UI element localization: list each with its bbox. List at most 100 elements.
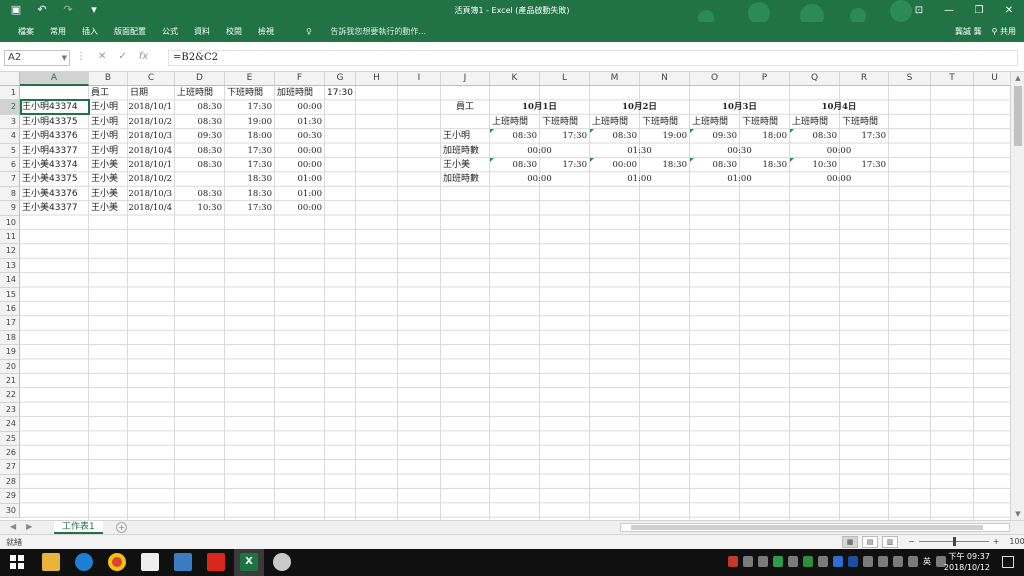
horizontal-scroll-thumb[interactable] bbox=[631, 525, 983, 530]
row-header-17[interactable]: 17 bbox=[0, 316, 20, 331]
error-indicator-icon[interactable] bbox=[690, 158, 694, 162]
row-header-13[interactable]: 13 bbox=[0, 258, 20, 274]
summary-date-header[interactable]: 10月3日 bbox=[690, 100, 789, 114]
row-header-23[interactable]: 23 bbox=[0, 402, 20, 418]
key-cell[interactable]: 王小美43375 bbox=[20, 172, 88, 186]
close-icon[interactable]: ✕ bbox=[994, 0, 1024, 22]
overtime-cell[interactable]: 01:00 bbox=[275, 172, 324, 186]
date-cell[interactable]: 2018/10/3 bbox=[128, 187, 174, 201]
summary-date-header[interactable]: 10月2日 bbox=[590, 100, 689, 114]
end-time-cell[interactable]: 19:00 bbox=[225, 115, 274, 129]
column-header-h[interactable]: H bbox=[356, 72, 398, 86]
column-header-a[interactable]: A bbox=[20, 72, 89, 86]
tab-page-layout[interactable]: 版面配置 bbox=[106, 26, 154, 37]
row-header-4[interactable]: 4 bbox=[0, 129, 20, 144]
overtime-cell[interactable]: 00:00 bbox=[275, 201, 324, 215]
employee-cell[interactable]: 王小美 bbox=[89, 158, 127, 172]
row-header-1[interactable]: 1 bbox=[0, 86, 20, 101]
summary-time-cell[interactable]: 17:30 bbox=[840, 158, 888, 172]
end-time-cell[interactable]: 18:00 bbox=[225, 129, 274, 143]
page-break-view-icon[interactable]: ▥ bbox=[882, 536, 898, 548]
row-header-3[interactable]: 3 bbox=[0, 114, 20, 130]
summary-time-cell[interactable]: 17:30 bbox=[540, 158, 589, 172]
volume-icon[interactable] bbox=[893, 556, 903, 567]
tray-app-icon[interactable] bbox=[728, 556, 738, 567]
employee-cell[interactable]: 王小美 bbox=[89, 201, 127, 215]
error-indicator-icon[interactable] bbox=[590, 158, 594, 162]
end-time-cell[interactable]: 18:30 bbox=[225, 172, 274, 186]
summary-time-cell[interactable]: 17:30 bbox=[540, 129, 589, 143]
start-time-cell[interactable]: 08:30 bbox=[175, 115, 224, 129]
box-icon[interactable] bbox=[174, 553, 192, 571]
start-time-cell[interactable]: 08:30 bbox=[175, 158, 224, 172]
row-header-10[interactable]: 10 bbox=[0, 215, 20, 230]
tray-device-icon[interactable] bbox=[758, 556, 768, 567]
row-header-11[interactable]: 11 bbox=[0, 230, 20, 245]
tab-review[interactable]: 校閱 bbox=[218, 26, 250, 37]
key-cell[interactable]: 王小明43376 bbox=[20, 129, 88, 143]
summary-time-cell[interactable]: 18:30 bbox=[740, 158, 789, 172]
column-header-d[interactable]: D bbox=[175, 72, 225, 86]
summary-overtime-cell[interactable]: 01:30 bbox=[590, 144, 689, 158]
tab-file[interactable]: 檔案 bbox=[10, 26, 42, 37]
column-header-u[interactable]: U bbox=[974, 72, 1010, 86]
row-header-24[interactable]: 24 bbox=[0, 417, 20, 432]
sheet-tab-1[interactable]: 工作表1 bbox=[54, 521, 103, 534]
summary-time-cell[interactable]: 08:30 bbox=[590, 129, 639, 143]
row-header-7[interactable]: 7 bbox=[0, 172, 20, 187]
summary-time-cell[interactable]: 08:30 bbox=[690, 158, 739, 172]
scroll-up-icon[interactable]: ▲ bbox=[1011, 74, 1024, 82]
tray-shield-icon[interactable] bbox=[743, 556, 753, 567]
row-header-2[interactable]: 2 bbox=[0, 100, 20, 115]
next-sheet-icon[interactable]: ▶ bbox=[26, 522, 32, 531]
zoom-level[interactable]: 100% bbox=[1009, 537, 1024, 546]
row-header-25[interactable]: 25 bbox=[0, 431, 20, 446]
tell-me-box[interactable]: ♀ 告訴我您想要執行的動作... bbox=[290, 26, 442, 37]
column-header-r[interactable]: R bbox=[840, 72, 889, 86]
file-explorer-icon[interactable] bbox=[42, 553, 60, 571]
date-cell[interactable]: 2018/10/1 bbox=[128, 100, 174, 114]
row-header-9[interactable]: 9 bbox=[0, 201, 20, 216]
summary-overtime-cell[interactable]: 00:00 bbox=[490, 144, 589, 158]
summary-time-cell[interactable]: 19:00 bbox=[640, 129, 689, 143]
overtime-cell[interactable]: 01:00 bbox=[275, 187, 324, 201]
tab-insert[interactable]: 插入 bbox=[74, 26, 106, 37]
key-cell[interactable]: 王小美43376 bbox=[20, 187, 88, 201]
start-time-cell[interactable]: 10:30 bbox=[175, 201, 224, 215]
row-header-18[interactable]: 18 bbox=[0, 330, 20, 346]
tab-formulas[interactable]: 公式 bbox=[154, 26, 186, 37]
start-time-cell[interactable]: 09:30 bbox=[175, 129, 224, 143]
error-indicator-icon[interactable] bbox=[790, 158, 794, 162]
user-name[interactable]: 龔誠 龔 bbox=[955, 26, 982, 37]
app-icon[interactable] bbox=[273, 553, 291, 571]
vertical-scroll-thumb[interactable] bbox=[1014, 86, 1022, 146]
row-header-22[interactable]: 22 bbox=[0, 388, 20, 403]
employee-cell[interactable]: 王小美 bbox=[89, 172, 127, 186]
vertical-scrollbar[interactable]: ▲ ▼ bbox=[1010, 72, 1024, 520]
error-indicator-icon[interactable] bbox=[490, 129, 494, 134]
enter-icon[interactable]: ✓ bbox=[118, 51, 126, 62]
prev-sheet-icon[interactable]: ◀ bbox=[10, 522, 16, 531]
normal-view-icon[interactable]: ▦ bbox=[842, 536, 858, 548]
column-header-f[interactable]: F bbox=[275, 72, 325, 86]
battery-icon[interactable] bbox=[878, 556, 888, 567]
summary-start-header[interactable]: 上班時間 bbox=[590, 115, 639, 129]
row-header-14[interactable]: 14 bbox=[0, 273, 20, 288]
tray-pen-icon[interactable] bbox=[788, 556, 798, 567]
summary-overtime-cell[interactable]: 01:00 bbox=[690, 172, 789, 186]
summary-date-header[interactable]: 10月1日 bbox=[490, 100, 589, 114]
row-header-15[interactable]: 15 bbox=[0, 287, 20, 302]
row-header-12[interactable]: 12 bbox=[0, 244, 20, 259]
column-header-l[interactable]: L bbox=[540, 72, 590, 86]
column-header-i[interactable]: I bbox=[398, 72, 441, 86]
zoom-in-button[interactable]: + bbox=[993, 537, 1000, 546]
tray-nvidia-icon[interactable] bbox=[803, 556, 813, 567]
header-cell[interactable]: 日期 bbox=[128, 86, 174, 100]
date-cell[interactable]: 2018/10/2 bbox=[128, 115, 174, 129]
column-header-b[interactable]: B bbox=[89, 72, 128, 86]
minimize-icon[interactable]: — bbox=[934, 0, 964, 22]
summary-time-cell[interactable]: 00:00 bbox=[590, 158, 639, 172]
chrome-icon[interactable] bbox=[108, 553, 126, 571]
tray-blue-icon[interactable] bbox=[833, 556, 843, 567]
summary-time-cell[interactable]: 08:30 bbox=[490, 129, 539, 143]
